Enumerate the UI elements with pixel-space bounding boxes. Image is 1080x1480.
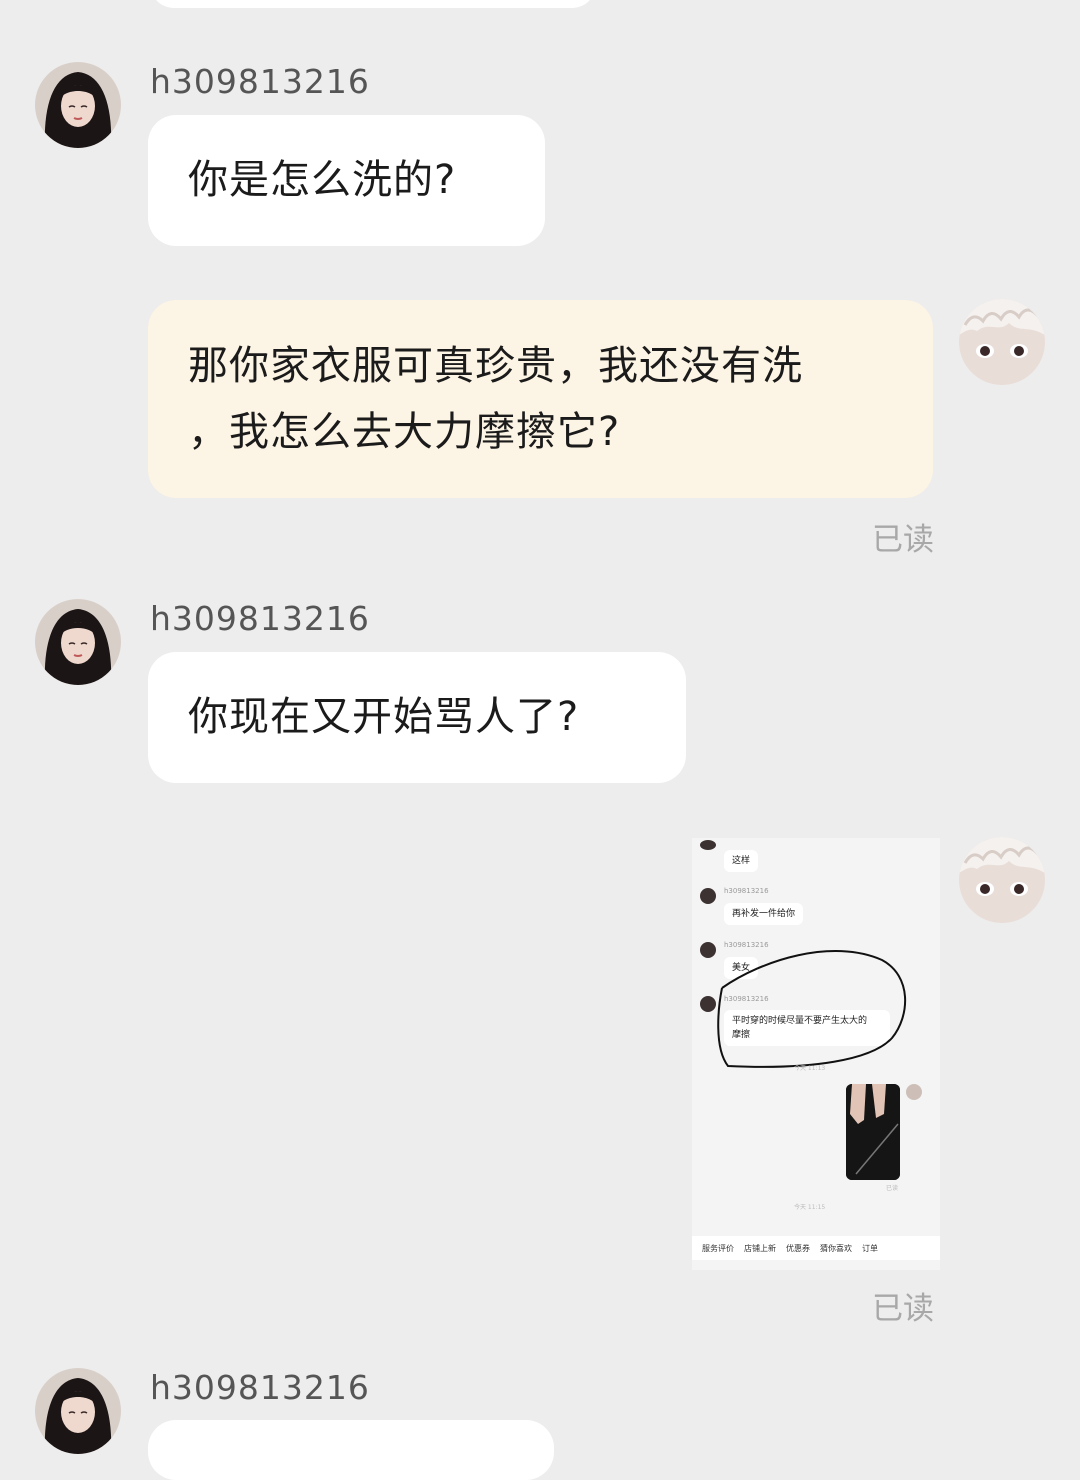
read-status: 已读 <box>872 1291 934 1327</box>
previous-message-bubble <box>150 0 596 8</box>
message-text: 你现在又开始骂人了? <box>188 694 580 740</box>
message-bubble[interactable]: 你是怎么洗的? <box>148 115 545 246</box>
contact-avatar[interactable] <box>35 1368 121 1454</box>
screenshot-image-message[interactable]: 这样 h309813216 再补发一件给你 h309813216 美女 h309… <box>692 838 940 1270</box>
embedded-quick-tabs: 服务评价 店铺上新 优惠券 猜你喜欢 订单 <box>692 1236 940 1260</box>
contact-avatar-image <box>35 1368 121 1454</box>
my-avatar-image <box>959 837 1045 923</box>
contact-avatar-image <box>35 62 121 148</box>
my-avatar[interactable] <box>959 837 1045 923</box>
sender-name: h309813216 <box>150 62 370 101</box>
embedded-photo-image <box>846 1084 900 1180</box>
embedded-avatar <box>906 1084 922 1100</box>
embedded-timestamp: 今天 11:15 <box>794 1204 826 1211</box>
contact-avatar[interactable] <box>35 599 121 685</box>
sender-name: h309813216 <box>150 1368 370 1407</box>
embedded-photo <box>846 1084 900 1180</box>
embedded-timestamp: 今天 11:13 <box>794 1065 826 1072</box>
embedded-tab: 服务评价 <box>702 1243 734 1253</box>
message-text-line: ，我怎么去大力摩擦它? <box>188 409 621 455</box>
message-text-line: 那你家衣服可真珍贵，我还没有洗 <box>188 343 803 389</box>
contact-avatar-image <box>35 599 121 685</box>
embedded-tab: 猜你喜欢 <box>820 1243 852 1253</box>
hand-drawn-circle-annotation <box>717 950 907 1068</box>
message-bubble[interactable]: 你现在又开始骂人了? <box>148 652 686 783</box>
my-avatar-image <box>959 299 1045 385</box>
my-message-bubble[interactable]: 那你家衣服可真珍贵，我还没有洗 ，我怎么去大力摩擦它? <box>148 300 933 498</box>
sender-name: h309813216 <box>150 599 370 638</box>
embedded-tab: 优惠券 <box>786 1243 810 1253</box>
embedded-tab: 订单 <box>862 1243 878 1253</box>
my-avatar[interactable] <box>959 299 1045 385</box>
embedded-read-status: 已读 <box>886 1185 899 1192</box>
contact-avatar[interactable] <box>35 62 121 148</box>
read-status: 已读 <box>872 522 934 558</box>
embedded-tab: 店铺上新 <box>744 1243 776 1253</box>
message-text: 你是怎么洗的? <box>188 157 457 203</box>
message-bubble[interactable] <box>148 1420 554 1480</box>
